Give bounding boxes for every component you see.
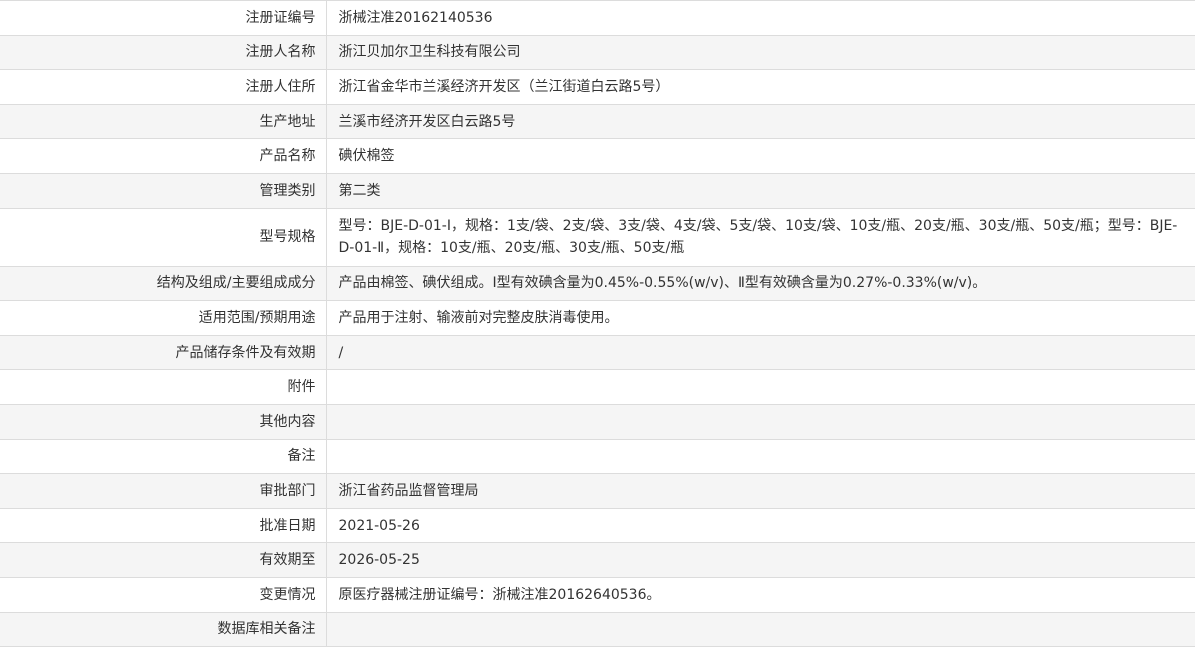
field-label: 变更情况 (0, 577, 327, 613)
field-label: 结构及组成/主要组成成分 (0, 266, 327, 302)
field-label: 数据库相关备注 (0, 612, 327, 648)
field-label: 注册人住所 (0, 69, 327, 105)
field-value: 浙江贝加尔卫生科技有限公司 (326, 35, 1195, 71)
row-model-specification: 型号规格 型号：BJE-D-01-Ⅰ，规格：1支/袋、2支/袋、3支/袋、4支/… (0, 208, 1195, 267)
field-label: 附件 (0, 369, 327, 405)
field-value: 兰溪市经济开发区白云路5号 (326, 104, 1195, 140)
field-label: 注册证编号 (0, 0, 327, 36)
row-approval-authority: 审批部门 浙江省药品监督管理局 (0, 473, 1195, 509)
row-intended-use: 适用范围/预期用途 产品用于注射、输液前对完整皮肤消毒使用。 (0, 300, 1195, 336)
row-database-remarks: 数据库相关备注 (0, 612, 1195, 648)
row-management-class: 管理类别 第二类 (0, 173, 1195, 209)
field-label: 产品储存条件及有效期 (0, 335, 327, 371)
field-value: 2026-05-25 (326, 542, 1195, 578)
row-attachments: 附件 (0, 369, 1195, 405)
row-registrant-address: 注册人住所 浙江省金华市兰溪经济开发区（兰江街道白云路5号） (0, 69, 1195, 105)
registration-detail-table: 注册证编号 浙械注准20162140536 注册人名称 浙江贝加尔卫生科技有限公… (0, 0, 1195, 648)
row-registration-number: 注册证编号 浙械注准20162140536 (0, 0, 1195, 36)
field-label: 注册人名称 (0, 35, 327, 71)
field-label: 有效期至 (0, 542, 327, 578)
field-label: 备注 (0, 439, 327, 475)
field-label: 管理类别 (0, 173, 327, 209)
row-valid-until: 有效期至 2026-05-25 (0, 542, 1195, 578)
field-value: 第二类 (326, 173, 1195, 209)
field-value (326, 612, 1195, 648)
row-production-address: 生产地址 兰溪市经济开发区白云路5号 (0, 104, 1195, 140)
field-value: 碘伏棉签 (326, 138, 1195, 174)
field-label: 产品名称 (0, 138, 327, 174)
field-label: 其他内容 (0, 404, 327, 440)
field-value: 产品由棉签、碘伏组成。Ⅰ型有效碘含量为0.45%-0.55%(w/v)、Ⅱ型有效… (326, 266, 1195, 302)
field-label: 审批部门 (0, 473, 327, 509)
field-label: 生产地址 (0, 104, 327, 140)
field-value: 浙江省金华市兰溪经济开发区（兰江街道白云路5号） (326, 69, 1195, 105)
row-other-content: 其他内容 (0, 404, 1195, 440)
field-value: 浙江省药品监督管理局 (326, 473, 1195, 509)
row-remarks: 备注 (0, 439, 1195, 475)
field-value: 型号：BJE-D-01-Ⅰ，规格：1支/袋、2支/袋、3支/袋、4支/袋、5支/… (326, 208, 1195, 267)
field-value (326, 439, 1195, 475)
field-label: 适用范围/预期用途 (0, 300, 327, 336)
row-storage-validity: 产品储存条件及有效期 / (0, 335, 1195, 371)
row-product-name: 产品名称 碘伏棉签 (0, 138, 1195, 174)
field-label: 型号规格 (0, 208, 327, 267)
row-change-history: 变更情况 原医疗器械注册证编号：浙械注准20162640536。 (0, 577, 1195, 613)
field-value: 2021-05-26 (326, 508, 1195, 544)
row-approval-date: 批准日期 2021-05-26 (0, 508, 1195, 544)
row-structure-composition: 结构及组成/主要组成成分 产品由棉签、碘伏组成。Ⅰ型有效碘含量为0.45%-0.… (0, 266, 1195, 302)
field-value (326, 404, 1195, 440)
row-registrant-name: 注册人名称 浙江贝加尔卫生科技有限公司 (0, 35, 1195, 71)
field-value: / (326, 335, 1195, 371)
field-value: 浙械注准20162140536 (326, 0, 1195, 36)
field-label: 批准日期 (0, 508, 327, 544)
field-value: 原医疗器械注册证编号：浙械注准20162640536。 (326, 577, 1195, 613)
field-value: 产品用于注射、输液前对完整皮肤消毒使用。 (326, 300, 1195, 336)
field-value (326, 369, 1195, 405)
